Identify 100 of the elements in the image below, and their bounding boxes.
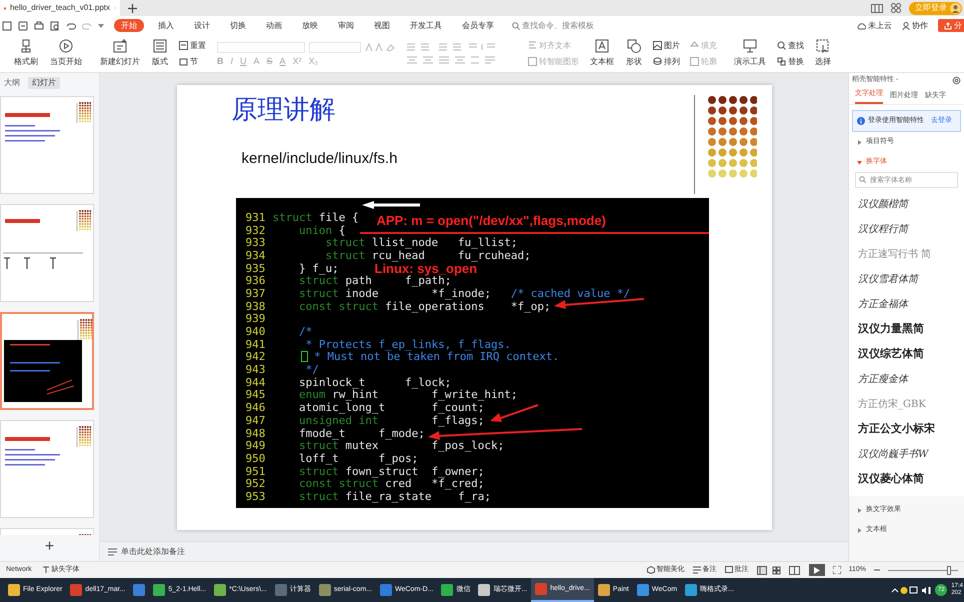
code-line: fmode_t f_mode;: [298, 428, 425, 439]
menu-tab[interactable]: 开发工具: [408, 19, 444, 32]
slide-thumbnail[interactable]: [0, 312, 94, 410]
ribbon-button[interactable]: 选择: [809, 36, 837, 72]
menu-tab[interactable]: 动画: [264, 19, 284, 32]
font-option[interactable]: 汉仪综艺体简: [849, 342, 964, 367]
ribbon-button[interactable]: 图片: [653, 40, 680, 52]
code-line: enum rw_hint f_write_hint;: [298, 389, 518, 400]
menu-tab[interactable]: 会员专享: [460, 19, 496, 32]
code-line: union {: [298, 224, 346, 236]
search-field[interactable]: 查找命令、搜索模板: [522, 20, 602, 32]
play-icon: [814, 566, 820, 574]
play-button[interactable]: [808, 564, 825, 576]
code-line: const struct file_operations *f_op;: [298, 300, 551, 312]
view-buttons-icon[interactable]: [756, 566, 801, 574]
ribbon-button[interactable]: 查找: [777, 40, 804, 52]
line-number: 948: [246, 428, 266, 439]
line-number: 947: [246, 414, 266, 426]
new-slide-icon: [113, 39, 127, 53]
add-tab-icon[interactable]: [128, 4, 137, 12]
fit-icon[interactable]: [832, 566, 841, 574]
line-number: 942: [246, 351, 266, 362]
caret-down-icon: [857, 160, 862, 164]
collaborate-button[interactable]: 协作: [902, 20, 928, 32]
ribbon-button[interactable]: 重置: [179, 40, 206, 52]
font-icon: [42, 566, 50, 574]
font-option[interactable]: 汉仪力量黑简: [849, 317, 964, 342]
line-number: 951: [246, 466, 266, 477]
arrow-drawing: [490, 403, 540, 423]
code-line: atomic_long_t f_count;: [298, 402, 484, 414]
panel-tab[interactable]: 幻灯片: [28, 77, 60, 89]
font-option[interactable]: 汉仪程行简: [849, 217, 964, 242]
slide-thumbnail[interactable]: [0, 204, 94, 302]
font-option[interactable]: 汉仪颜楷简: [849, 192, 964, 217]
panel-tab[interactable]: 大纲: [2, 77, 22, 89]
ribbon-button[interactable]: 当页开始: [44, 36, 88, 72]
slide-thumbnail[interactable]: [0, 96, 94, 194]
search-icon: [777, 41, 786, 50]
code-line: } f_u;: [298, 262, 339, 274]
search-icon: [859, 176, 866, 183]
replace-icon: [777, 57, 786, 66]
slide-thumbnail[interactable]: [0, 420, 94, 518]
line-number: 950: [246, 452, 266, 464]
slider-thumb[interactable]: [947, 566, 952, 574]
grid-icon[interactable]: [891, 3, 901, 13]
menu-tab[interactable]: 视图: [372, 19, 392, 32]
code-line: struct path f_path;: [298, 275, 452, 286]
font-option[interactable]: 方正公文小标宋: [849, 417, 964, 442]
font-option[interactable]: 方正速写行书 简: [849, 242, 964, 267]
menu-tab[interactable]: 放映: [300, 19, 320, 32]
code-line: */: [304, 364, 319, 376]
ribbon-button[interactable]: 新建幻灯片: [94, 36, 146, 72]
ribbon-button[interactable]: 排列: [653, 56, 680, 68]
layout-icon[interactable]: [871, 4, 883, 12]
menu-tab[interactable]: 审阅: [336, 19, 356, 32]
font-option[interactable]: 方正金福体: [849, 292, 964, 317]
line-number: 935: [246, 262, 266, 274]
notes-placeholder[interactable]: 单击此处添加备注: [121, 546, 185, 558]
undo-icon[interactable]: [66, 20, 76, 30]
font-option[interactable]: 汉仪尚巍手书W: [849, 442, 964, 467]
font-size-field[interactable]: [309, 42, 361, 52]
ribbon-button[interactable]: 格式刷: [8, 36, 44, 72]
person-icon: [902, 22, 910, 30]
ribbon-button[interactable]: 形状: [620, 36, 648, 72]
line-number: 952: [246, 478, 266, 490]
line-number: 939: [246, 313, 266, 324]
line-number: 941: [246, 338, 266, 350]
cube-icon: [646, 566, 655, 574]
line-number: 933: [246, 237, 266, 248]
code-line: struct inode *f_inode; /* cached value */: [298, 288, 630, 299]
textbox-icon: [595, 39, 609, 53]
menu-tab[interactable]: 切换: [228, 19, 248, 32]
ribbon-button[interactable]: 演示工具: [728, 36, 772, 72]
font-name-field[interactable]: [217, 42, 305, 52]
ribbon-button[interactable]: 节: [179, 56, 206, 68]
avatar-icon: [950, 2, 961, 14]
ribbon-button[interactable]: 文本框: [584, 36, 620, 72]
line-number: 944: [246, 376, 266, 388]
dropdown-icon[interactable]: [98, 22, 104, 28]
line-number: 931: [246, 212, 266, 223]
settings-icon[interactable]: [952, 76, 961, 84]
share-button[interactable]: 分: [938, 19, 964, 32]
menu-tab[interactable]: 设计: [192, 19, 212, 32]
code-line: struct llist_node fu_llist;: [324, 237, 518, 248]
ribbon-button[interactable]: 替换: [777, 56, 804, 68]
ribbon-button[interactable]: 版式: [146, 36, 174, 72]
font-option[interactable]: 汉仪雪君体简: [849, 267, 964, 292]
font-option[interactable]: 汉仪菱心体简: [849, 467, 964, 492]
monitor-icon: [743, 39, 757, 53]
menu-tab[interactable]: 开始: [114, 19, 144, 32]
code-line: * Must not be taken from IRQ context.: [313, 351, 560, 362]
font-option[interactable]: 方正瘦金体: [849, 367, 964, 392]
add-slide-button[interactable]: +: [44, 539, 54, 555]
menu-tab[interactable]: 插入: [156, 19, 176, 32]
tray-icons[interactable]: [891, 586, 932, 594]
font-option[interactable]: 方正仿宋_GBK: [849, 392, 964, 417]
preview-icon[interactable]: [50, 20, 60, 30]
annotation-text: APP: m = open("/dev/xx",flags,mode): [376, 214, 606, 227]
cloud-button[interactable]: 未上云: [857, 20, 892, 32]
code-line: struct file {: [272, 212, 359, 223]
